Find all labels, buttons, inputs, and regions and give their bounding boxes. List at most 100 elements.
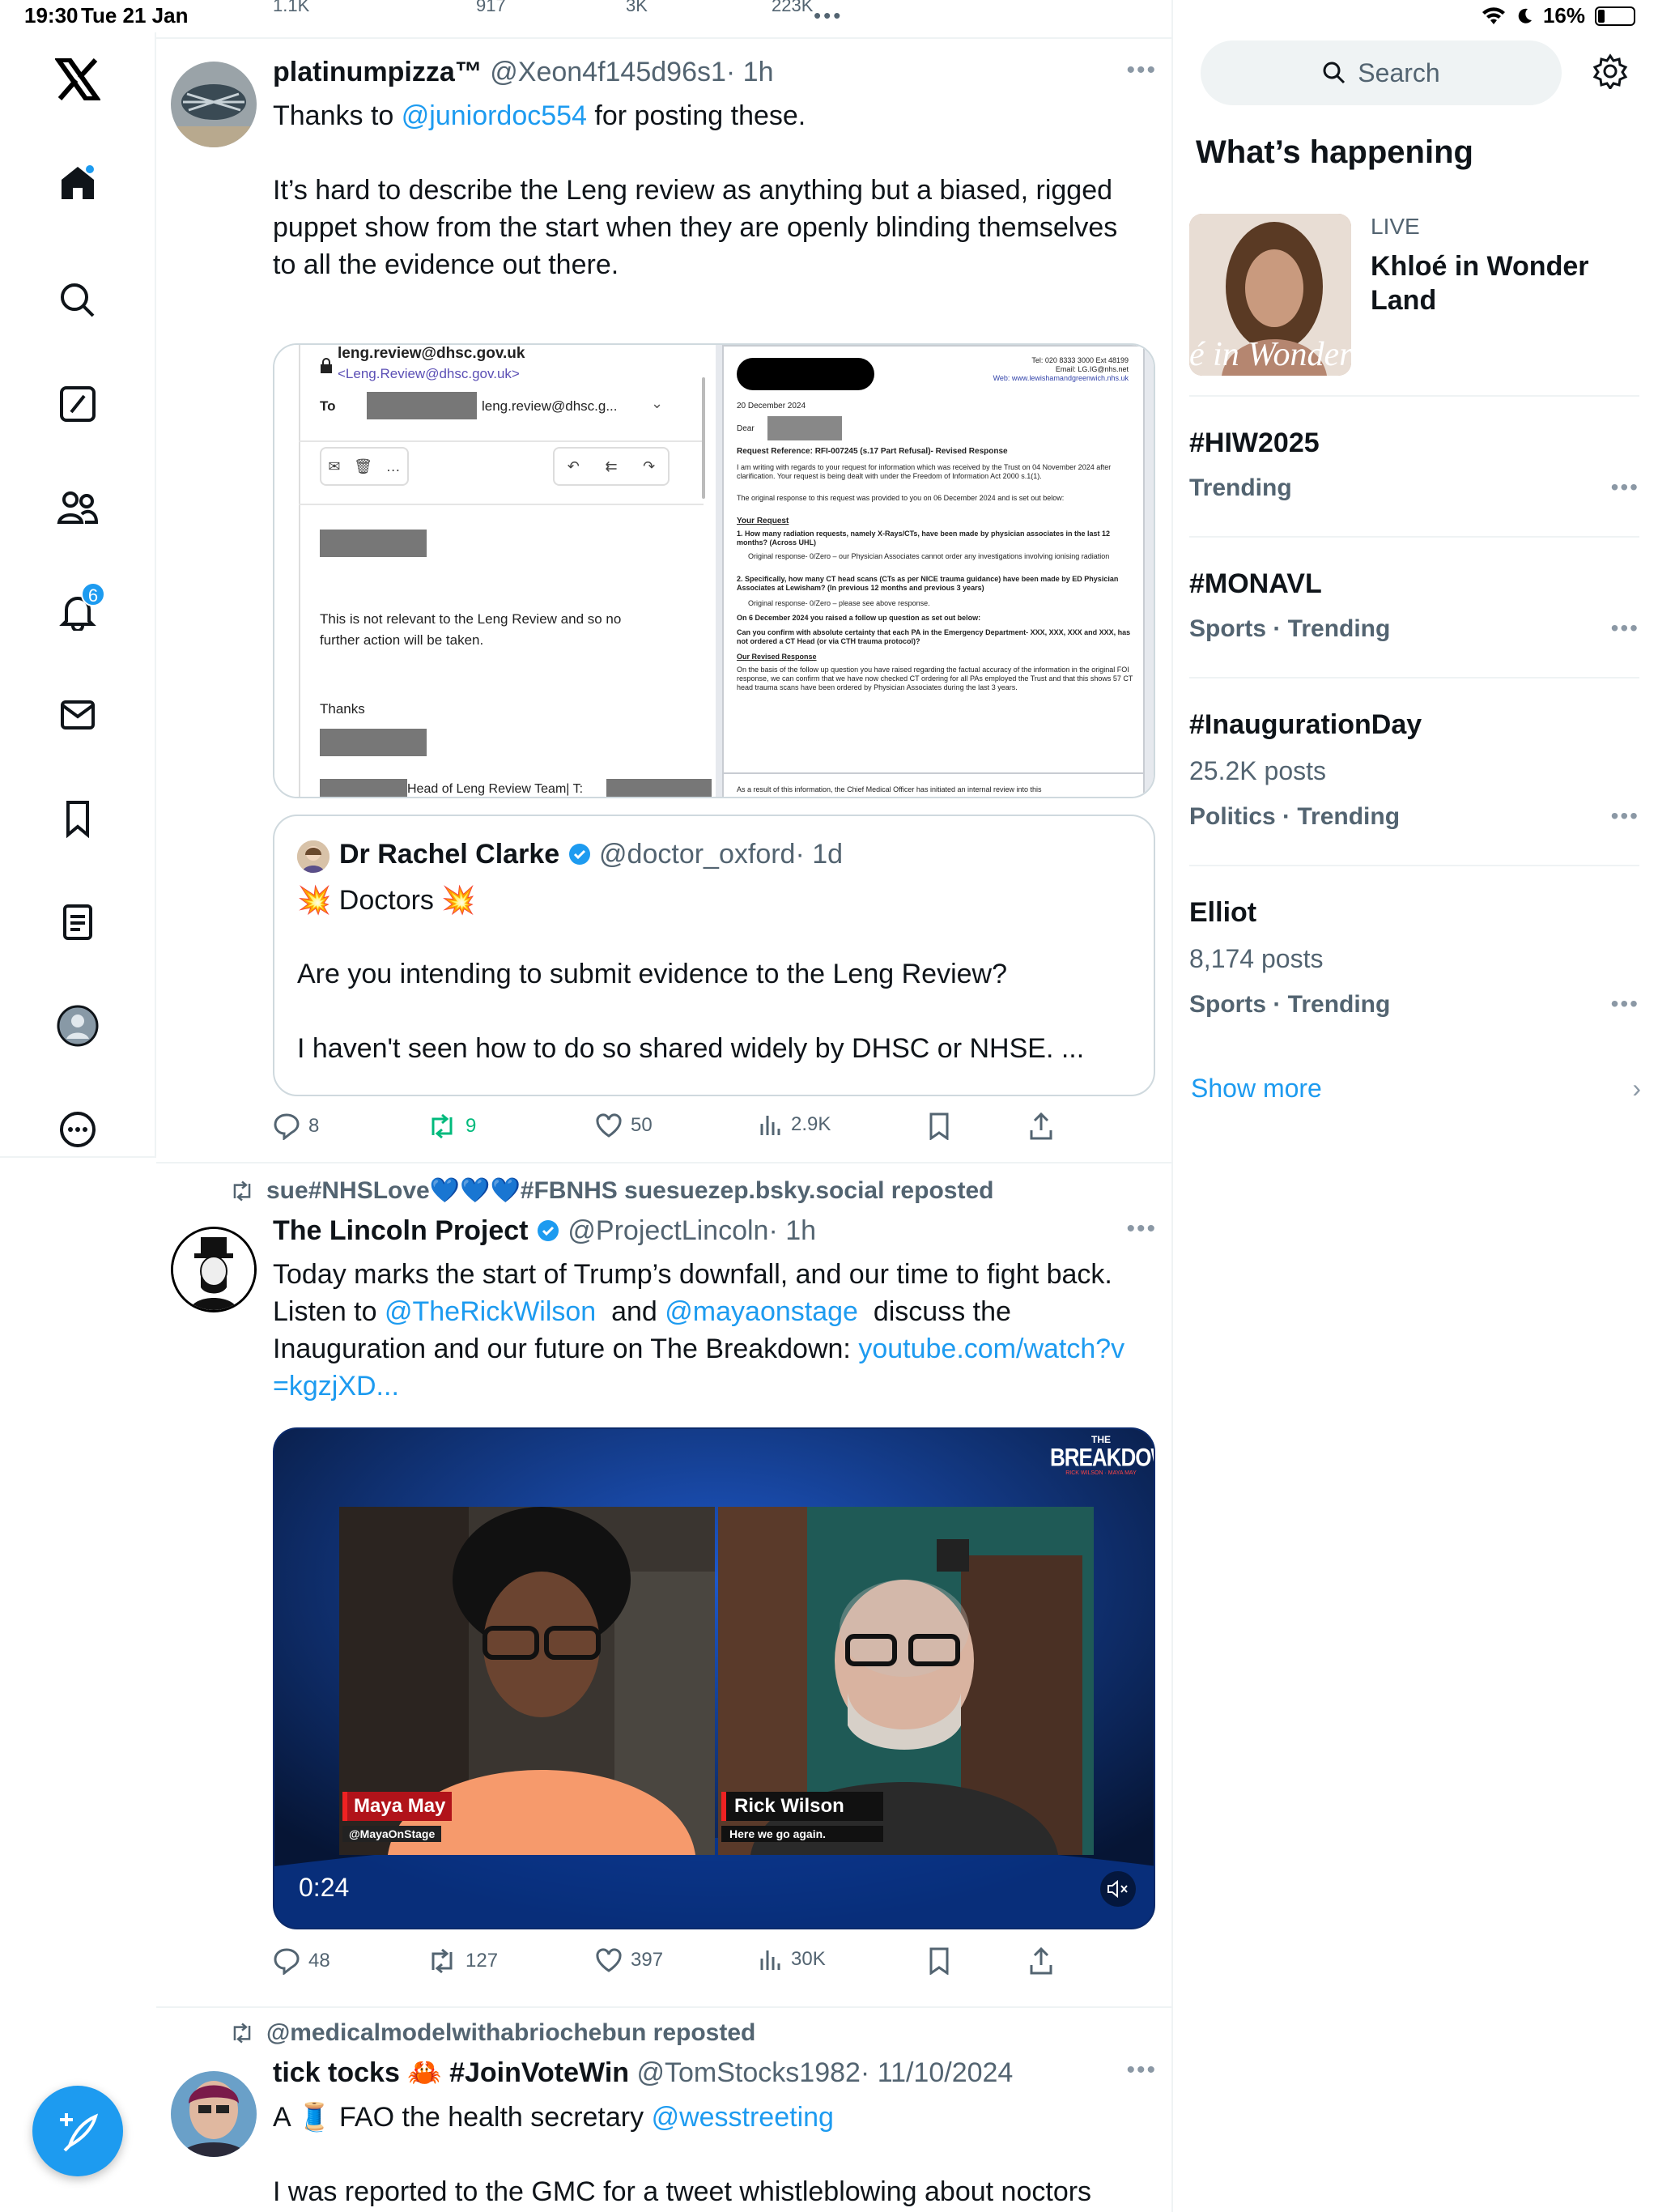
- grok-icon[interactable]: [49, 375, 107, 433]
- letter-bottom: As a result of this information, the Chi…: [737, 785, 1042, 793]
- messages-icon[interactable]: [49, 686, 107, 744]
- home-icon[interactable]: [49, 154, 107, 212]
- views-button[interactable]: 2.9K: [759, 1112, 831, 1137]
- trend-meta: Sports · Trending: [1189, 991, 1391, 1018]
- more-options-icon[interactable]: •••: [1611, 615, 1639, 641]
- previous-tweet-actions: 1.1K 917 3K 223K •••: [156, 0, 1173, 39]
- tweet-text: Thanks to @juniordoc554 for posting thes…: [273, 97, 1131, 283]
- like-button[interactable]: 397: [595, 1947, 663, 1973]
- trend-meta: Trending: [1189, 474, 1292, 501]
- avatar[interactable]: [171, 62, 257, 147]
- left-sub: @MayaOnStage: [342, 1826, 442, 1842]
- trend-name: #HIW2025: [1189, 428, 1320, 458]
- trash-icon: 🗑: [354, 457, 372, 474]
- more-options-icon[interactable]: [49, 1100, 107, 1159]
- trend-name: #InaugurationDay: [1189, 709, 1422, 740]
- trend-monavl[interactable]: #MONAVL Sports · Trending •••: [1189, 538, 1639, 678]
- like-button[interactable]: 50: [595, 1112, 653, 1138]
- quote-handle: @doctor_oxford: [599, 839, 796, 870]
- more-options-icon[interactable]: •••: [1126, 2057, 1157, 2084]
- quote-avatar[interactable]: [297, 840, 329, 873]
- reply-button[interactable]: 8: [273, 1112, 319, 1140]
- repost-button[interactable]: 127: [427, 1947, 498, 1975]
- quote-line1: 💥 Doctors 💥: [297, 884, 476, 917]
- tweet-media-images[interactable]: leng.review@dhsc.gov.uk <Leng.Review@dhs…: [273, 343, 1155, 798]
- text-segment: and: [596, 1296, 665, 1327]
- timestamp[interactable]: · 11/10/2024: [861, 2057, 1013, 2088]
- share-button[interactable]: [1029, 1947, 1053, 1975]
- communities-icon[interactable]: [49, 479, 107, 537]
- share-icon: [1030, 1947, 1052, 1975]
- avatar[interactable]: [171, 1227, 257, 1312]
- foi-letter-screenshot[interactable]: Tel: 020 8333 3000 Ext 48199 Email: LG.I…: [716, 345, 1154, 797]
- video-panel-right: Rick Wilson Here we go again.: [718, 1507, 1094, 1855]
- trend-meta: Sports · Trending: [1189, 615, 1391, 642]
- bookmark-button[interactable]: [927, 1947, 951, 1975]
- bookmarks-icon[interactable]: [49, 789, 107, 848]
- tweet-platinumpizza[interactable]: platinumpizza™ @Xeon4f145d96s1· 1h ••• T…: [156, 39, 1173, 1163]
- reply-button[interactable]: 48: [273, 1947, 330, 1975]
- handle[interactable]: @TomStocks1982: [637, 2057, 861, 2088]
- bookmark-icon: [929, 1947, 949, 1975]
- email-to-value: leng.review@dhsc.g...: [482, 398, 618, 414]
- views-button[interactable]: 30K: [759, 1947, 826, 1972]
- mention-link[interactable]: @mayaonstage: [665, 1296, 858, 1327]
- home-unread-dot: [84, 164, 96, 175]
- display-name[interactable]: tick tocks 🦀 #JoinVoteWin: [273, 2057, 629, 2088]
- timestamp[interactable]: · 1h: [726, 57, 774, 87]
- tweet-header: platinumpizza™ @Xeon4f145d96s1· 1h: [273, 57, 773, 88]
- explore-icon[interactable]: [49, 271, 107, 330]
- trend-hiw2025[interactable]: #HIW2025 Trending •••: [1189, 397, 1639, 538]
- x-logo-icon[interactable]: [49, 50, 107, 108]
- more-options-icon[interactable]: •••: [1611, 991, 1639, 1017]
- bookmark-button[interactable]: [927, 1112, 951, 1140]
- display-name[interactable]: platinumpizza™: [273, 57, 483, 87]
- more-options-icon[interactable]: •••: [1126, 57, 1157, 84]
- tweet-paragraph: I was reported to the GMC for a tweet wh…: [273, 2176, 1092, 2207]
- email-from: leng.review@dhsc.gov.uk: [338, 345, 525, 362]
- mute-button[interactable]: [1100, 1871, 1136, 1907]
- collision-emoji-icon: 💥: [297, 885, 332, 916]
- quote-line3: I haven't seen how to do so shared widel…: [297, 1033, 1085, 1064]
- live-event[interactable]: é in Wonder l LIVE Khloé in Wonder Land: [1189, 209, 1639, 397]
- show-more-link[interactable]: Show more ›: [1191, 1074, 1641, 1104]
- repost-icon: [432, 1948, 453, 1974]
- avatar[interactable]: [171, 2071, 257, 2157]
- more-options-icon[interactable]: •••: [1611, 474, 1639, 500]
- more-options-icon[interactable]: •••: [1611, 803, 1639, 829]
- share-button[interactable]: [1029, 1112, 1053, 1140]
- profile-avatar-icon[interactable]: [49, 997, 107, 1055]
- trend-elliot[interactable]: Elliot 8,174 posts Sports · Trending •••: [1189, 866, 1639, 1054]
- search-bar[interactable]: Search: [1201, 40, 1562, 105]
- reposted-by[interactable]: sue#NHSLove💙💙💙#FBNHS suesuezep.bsky.soci…: [229, 1176, 993, 1205]
- quote-header: Dr Rachel Clarke @doctor_oxford· 1d: [339, 839, 843, 870]
- repost-count: 127: [466, 1950, 499, 1972]
- settings-gear-icon[interactable]: [1592, 53, 1628, 93]
- notifications-badge: 6: [81, 582, 105, 606]
- tweet-tick-tocks[interactable]: @medicalmodelwithabriochebun reposted ti…: [156, 2008, 1173, 2212]
- reposted-by[interactable]: @medicalmodelwithabriochebun reposted: [229, 2019, 755, 2047]
- compose-post-button[interactable]: [32, 2086, 123, 2176]
- email-screenshot[interactable]: leng.review@dhsc.gov.uk <Leng.Review@dhs…: [274, 345, 714, 797]
- handle[interactable]: @ProjectLincoln: [568, 1215, 768, 1246]
- repost-icon: [432, 1113, 453, 1139]
- like-count: 397: [631, 1949, 664, 1971]
- trend-count: 8,174 posts: [1189, 944, 1324, 973]
- display-name[interactable]: The Lincoln Project: [273, 1215, 528, 1246]
- repost-button[interactable]: 9: [427, 1112, 476, 1140]
- tweet-lincoln-project[interactable]: sue#NHSLove💙💙💙#FBNHS suesuezep.bsky.soci…: [156, 1163, 1173, 2008]
- mention-link[interactable]: @wesstreeting: [652, 2102, 834, 2133]
- timestamp[interactable]: · 1h: [768, 1215, 816, 1246]
- chevron-right-icon: ›: [1632, 1074, 1641, 1103]
- letter-revised-para: On the basis of the follow up question y…: [737, 666, 1133, 691]
- mention-link[interactable]: @TheRickWilson: [385, 1296, 596, 1327]
- handle[interactable]: @Xeon4f145d96s1: [490, 57, 726, 87]
- mention-link[interactable]: @juniordoc554: [402, 100, 587, 131]
- repost-count: 9: [466, 1115, 477, 1137]
- notifications-icon[interactable]: 6: [49, 582, 107, 640]
- lists-icon[interactable]: [49, 893, 107, 951]
- trend-inaugurationday[interactable]: #InaugurationDay 25.2K posts Politics · …: [1189, 678, 1639, 866]
- more-options-icon[interactable]: •••: [1126, 1215, 1157, 1243]
- video-player[interactable]: THE BREAKDOWN RICK WILSON · MAYA MAY M: [273, 1427, 1155, 1929]
- quoted-tweet[interactable]: Dr Rachel Clarke @doctor_oxford· 1d 💥 Do…: [273, 815, 1155, 1096]
